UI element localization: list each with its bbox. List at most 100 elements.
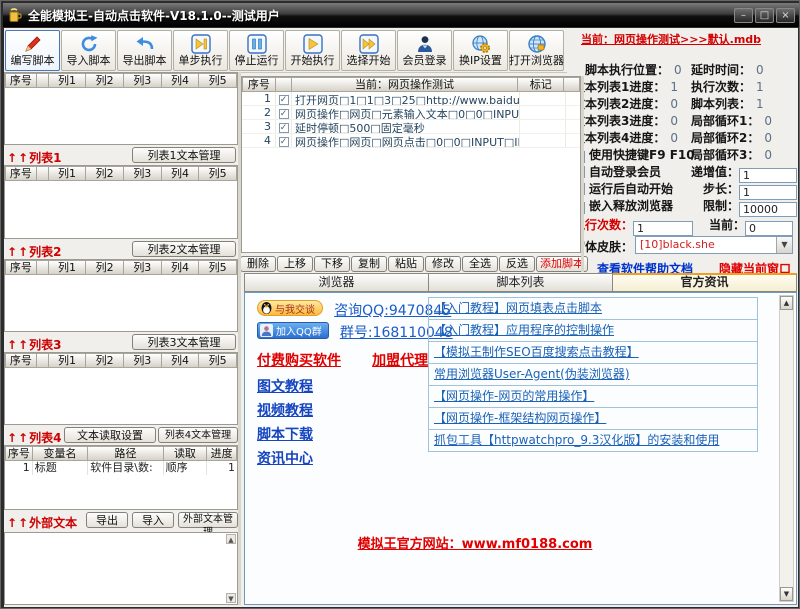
select-all-button[interactable]: 全选	[462, 256, 498, 272]
table-row[interactable]: 1 标题 软件目录\数: 顺序 1	[5, 461, 237, 475]
column-header[interactable]: 序号	[5, 73, 37, 88]
nav-link-news[interactable]: 资讯中心	[257, 448, 313, 468]
column-header[interactable]: 列4	[161, 73, 200, 88]
column-header[interactable]: 列1	[48, 73, 87, 88]
column-header[interactable]: 变量名	[32, 446, 89, 461]
limit-input[interactable]: 10000	[739, 202, 798, 217]
current-file-link[interactable]: 当前：网页操作测试>>>默认.mdb	[581, 31, 761, 47]
column-header[interactable]: 列2	[86, 73, 124, 88]
invert-select-button[interactable]: 反选	[499, 256, 535, 272]
column-header[interactable]: 序号	[5, 260, 37, 275]
tab-browser[interactable]: 浏览器	[244, 273, 429, 292]
column-header[interactable]: 标记	[518, 77, 565, 92]
column-header[interactable]	[36, 73, 49, 88]
column-header[interactable]	[36, 260, 49, 275]
row-checkbox[interactable]: ✓	[278, 95, 289, 105]
column-header[interactable]: 列1	[48, 166, 87, 181]
column-header[interactable]: 列3	[123, 260, 162, 275]
nav-link-tutorials[interactable]: 图文教程	[257, 376, 313, 396]
step-run-button[interactable]: 单步执行	[173, 30, 228, 71]
column-header[interactable]: 当前：网页操作测试	[291, 77, 519, 92]
column-header[interactable]: 列3	[123, 353, 162, 368]
official-site-link[interactable]: 模拟王官方网站：www.mf0188.com	[305, 533, 645, 552]
external-text-area[interactable]: ▲ ▼	[4, 532, 238, 605]
column-header[interactable]: 列2	[86, 260, 124, 275]
qq-talk-badge[interactable]: 与我交谈	[257, 300, 323, 316]
column-header[interactable]: 列4	[161, 260, 200, 275]
column-header[interactable]: 路径	[88, 446, 164, 461]
column-header[interactable]: 序号	[5, 166, 37, 181]
column-header[interactable]	[275, 77, 292, 92]
column-header[interactable]: 列4	[161, 353, 200, 368]
column-header[interactable]	[564, 77, 580, 92]
column-header[interactable]: 列5	[199, 260, 237, 275]
script-row[interactable]: 3 ✓ 延时停顿□500□固定毫秒	[242, 120, 580, 134]
export-button[interactable]: 导出	[86, 512, 128, 528]
scroll-down-icon[interactable]: ▼	[780, 587, 793, 601]
import-script-button[interactable]: 导入脚本	[61, 30, 116, 71]
agent-link[interactable]: 加盟代理	[372, 353, 428, 369]
article-item[interactable]: 【入门教程】网页填表点击脚本	[428, 297, 758, 320]
external-text-manage-button[interactable]: 外部文本管理	[178, 512, 238, 538]
column-header[interactable]: 列2	[86, 166, 124, 181]
start-run-button[interactable]: 开始执行	[285, 30, 340, 71]
column-header[interactable]: 列5	[199, 73, 237, 88]
column-header[interactable]: 列1	[48, 353, 87, 368]
write-script-button[interactable]: 编写脚本	[5, 30, 60, 71]
row-checkbox[interactable]: ✓	[278, 137, 289, 147]
buy-software-link[interactable]: 付费购买软件	[257, 353, 341, 369]
column-header[interactable]	[36, 353, 49, 368]
import-button[interactable]: 导入	[132, 512, 174, 528]
change-ip-button[interactable]: 换IP设置	[453, 30, 508, 71]
column-header[interactable]: 读取	[163, 446, 208, 461]
row-checkbox[interactable]: ✓	[278, 123, 289, 133]
close-button[interactable]: ×	[776, 7, 795, 23]
scroll-up-icon[interactable]: ▲	[226, 534, 236, 544]
article-item[interactable]: 【网页操作-网页的常用操作】	[428, 385, 758, 408]
script-row[interactable]: 4 ✓ 网页操作□网页□网页点击□0□0□INPUT□ID	[242, 134, 580, 148]
column-header[interactable]: 列4	[161, 166, 200, 181]
select-start-button[interactable]: 选择开始	[341, 30, 396, 71]
export-script-button[interactable]: 导出脚本	[117, 30, 172, 71]
article-item[interactable]: 【网页操作-框架结构网页操作】	[428, 407, 758, 430]
column-header[interactable]: 进度	[207, 446, 237, 461]
qq-group-badge[interactable]: 加入QQ群	[257, 322, 329, 339]
column-header[interactable]: 序号	[5, 353, 37, 368]
skin-select[interactable]: [10]black.she ▼	[635, 236, 793, 254]
modify-button[interactable]: 修改	[425, 256, 461, 272]
column-header[interactable]: 列1	[48, 260, 87, 275]
article-item[interactable]: 【入门教程】应用程序的控制操作	[428, 319, 758, 342]
exec-count-input[interactable]: 1	[633, 221, 694, 236]
column-header[interactable]: 列3	[123, 166, 162, 181]
copy-button[interactable]: 复制	[351, 256, 387, 272]
paste-button[interactable]: 粘贴	[388, 256, 424, 272]
list4-manage-button[interactable]: 列表4文本管理	[158, 427, 238, 443]
scroll-up-icon[interactable]: ▲	[780, 296, 793, 310]
content-scrollbar[interactable]: ▲ ▼	[779, 295, 794, 602]
list2-manage-button[interactable]: 列表2文本管理	[132, 241, 236, 257]
nav-link-downloads[interactable]: 脚本下载	[257, 424, 313, 444]
script-row[interactable]: 2 ✓ 网页操作□网页□元素输入文本□0□0□INPUT	[242, 106, 580, 120]
text-read-settings-button[interactable]: 文本读取设置	[64, 427, 156, 443]
minimize-button[interactable]: –	[734, 7, 753, 23]
member-login-button[interactable]: 会员登录	[397, 30, 452, 71]
tab-official-news[interactable]: 官方资讯	[613, 273, 797, 292]
maximize-button[interactable]: □	[755, 7, 774, 23]
scroll-down-icon[interactable]: ▼	[226, 593, 236, 603]
nav-link-videos[interactable]: 视频教程	[257, 400, 313, 420]
article-item[interactable]: 抓包工具【httpwatchpro_9.3汉化版】的安装和使用	[428, 429, 758, 452]
article-item[interactable]: 常用浏览器User-Agent(伪装浏览器)	[428, 363, 758, 386]
column-header[interactable]	[36, 166, 49, 181]
list1-manage-button[interactable]: 列表1文本管理	[132, 147, 236, 163]
column-header[interactable]: 列3	[123, 73, 162, 88]
list3-manage-button[interactable]: 列表3文本管理	[132, 334, 236, 350]
column-header[interactable]: 序号	[5, 446, 33, 461]
column-header[interactable]: 列5	[199, 166, 237, 181]
open-browser-button[interactable]: 打开浏览器	[509, 30, 564, 71]
stop-run-button[interactable]: 停止运行	[229, 30, 284, 71]
move-up-button[interactable]: 上移	[277, 256, 313, 272]
delete-button[interactable]: 删除	[240, 256, 276, 272]
script-row[interactable]: 1 ✓ 打开网页□1□1□3□25□http://www.baidu.c	[242, 92, 580, 106]
row-checkbox[interactable]: ✓	[278, 109, 289, 119]
column-header[interactable]: 列5	[199, 353, 237, 368]
